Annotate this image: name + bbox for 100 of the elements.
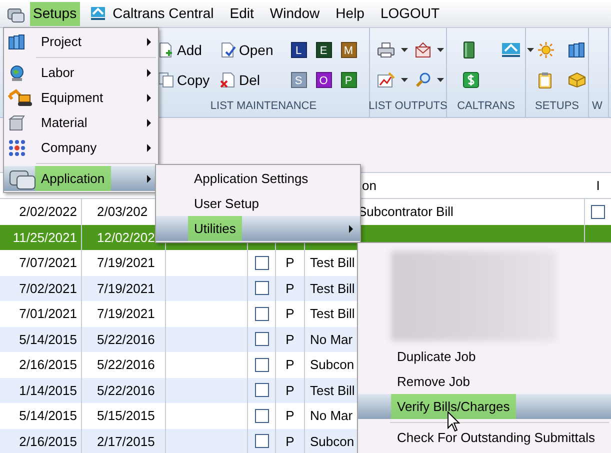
column-header: I [595,176,601,195]
menu-item[interactable]: Equipment [4,85,158,110]
globe-icon [8,64,26,82]
table-cell-text: 5/15/2015 [97,407,155,425]
table-cell-text: 2/16/2015 [19,356,77,374]
menu-item[interactable]: Application [4,166,158,191]
table-cell-text: 2/17/2015 [97,432,155,450]
group-label: LIST OUTPUTS [368,99,448,113]
table-cell-text: P [286,305,294,323]
menu-bar-item[interactable]: Help [332,2,368,26]
menu-item[interactable]: Verify Bills/Charges [358,394,611,419]
group-label: CALTRANS [457,99,515,113]
letter-button[interactable]: M [340,42,356,58]
table-cell-text: 5/22/2016 [97,356,155,374]
checkbox[interactable] [591,204,605,219]
document-add-icon [158,42,174,58]
dollar-icon [463,72,479,88]
menu-item[interactable]: Material [4,110,158,135]
table-cell-text: 5/22/2016 [97,330,155,348]
toolbar-button[interactable]: Del [220,69,286,91]
table-cell-text: Subcontrator Bill [357,203,454,221]
group-label: LIST MAINTENANCE [210,99,317,113]
sun-icon [538,42,554,58]
group-label: W [592,99,602,113]
book-icon [463,41,475,59]
table-cell-text: 7/07/2021 [19,254,77,272]
table-cell-text: Test Bill [310,305,355,323]
checkbox[interactable] [254,408,268,423]
material-icon [8,114,26,130]
table-cell-text: P [286,407,294,425]
table-cell-text: Test Bill [310,382,355,400]
table-cell-text: P [286,280,294,298]
table-cell-text: 2/03/202 [97,203,148,221]
letter-button[interactable]: O [316,72,332,88]
column-header: on [362,176,378,195]
menu-item[interactable]: Utilities [156,216,360,241]
envelope-icon [415,42,431,58]
table-cell-text: 11/25/2021 [12,228,77,246]
caret-icon [437,48,444,52]
toolbar-button[interactable]: Open [220,39,286,61]
table-cell-text: Test Bill [310,254,355,272]
table-cell-text: 1/14/2015 [19,382,77,400]
menu-bar-item[interactable]: Edit [226,2,257,26]
table-cell-text: P [286,382,294,400]
table-cell-text: P [286,432,294,450]
checkbox[interactable] [254,281,268,296]
menu-item[interactable]: Project [4,29,158,54]
table-cell-text: P [286,254,294,272]
menu-item[interactable]: User Setup [156,191,360,216]
caret-icon [437,78,444,82]
document-check-icon [220,42,236,58]
letter-button[interactable]: L [290,42,306,58]
caret-icon [401,78,408,82]
letter-button[interactable]: E [316,42,332,58]
table-cell-text: 5/22/2016 [97,382,155,400]
menu-bar-item[interactable]: Setups [30,2,80,26]
table-cell-text: No Mar [310,407,353,425]
table-cell-text: 5/14/2015 [19,330,77,348]
table-cell-text: 7/19/2021 [97,305,155,323]
table-cell-text: Subcon [310,356,354,374]
checkbox[interactable] [254,434,268,448]
logo-icon [90,6,106,21]
toolbar-button[interactable]: Copy [158,69,220,91]
table-cell-text: No Mar [310,330,353,348]
books-icon [8,34,26,50]
table-cell-text: 12/02/202 [97,228,155,246]
menu-bar-item[interactable]: Caltrans Central [110,2,217,26]
document-delete-icon [220,72,236,88]
checkbox[interactable] [254,306,268,321]
caret-icon [527,48,534,52]
menu-item[interactable]: Company [4,135,158,160]
menu-item[interactable]: Application Settings [156,166,360,191]
toolbar-button[interactable]: Add [158,39,220,61]
table-cell-text: Test Bill [310,280,355,298]
table-cell-text: 2/16/2015 [19,432,77,450]
menu-bar-item[interactable]: Window [266,2,323,26]
table-cell-text: 5/14/2015 [19,407,77,425]
table-cell-text: P [286,330,294,348]
table-cell-text: 7/01/2021 [19,305,77,323]
excavator-icon [8,88,34,106]
menu-item[interactable]: Labor [4,60,158,85]
network-icon [8,138,26,156]
chart-icon [377,72,395,88]
menu-bar-item[interactable]: LOGOUT [377,2,443,26]
printer-icon [377,42,395,58]
checkbox[interactable] [254,332,268,346]
books-icon [568,42,586,58]
table-cell-text: Subcon [310,432,354,450]
checkbox[interactable] [254,256,268,270]
group-label: SETUPS [534,99,579,113]
checkbox[interactable] [254,383,268,398]
table-cell-text: 2/02/2022 [19,203,77,221]
clipboard-icon [538,72,552,88]
table-cell-text: 7/19/2021 [97,280,155,298]
table-cell-text: P [286,356,294,374]
checkbox[interactable] [254,358,268,372]
letter-button[interactable]: P [340,72,356,88]
box-icon [568,72,586,88]
search-icon [415,72,431,88]
table-cell-text: 7/02/2021 [19,280,77,298]
